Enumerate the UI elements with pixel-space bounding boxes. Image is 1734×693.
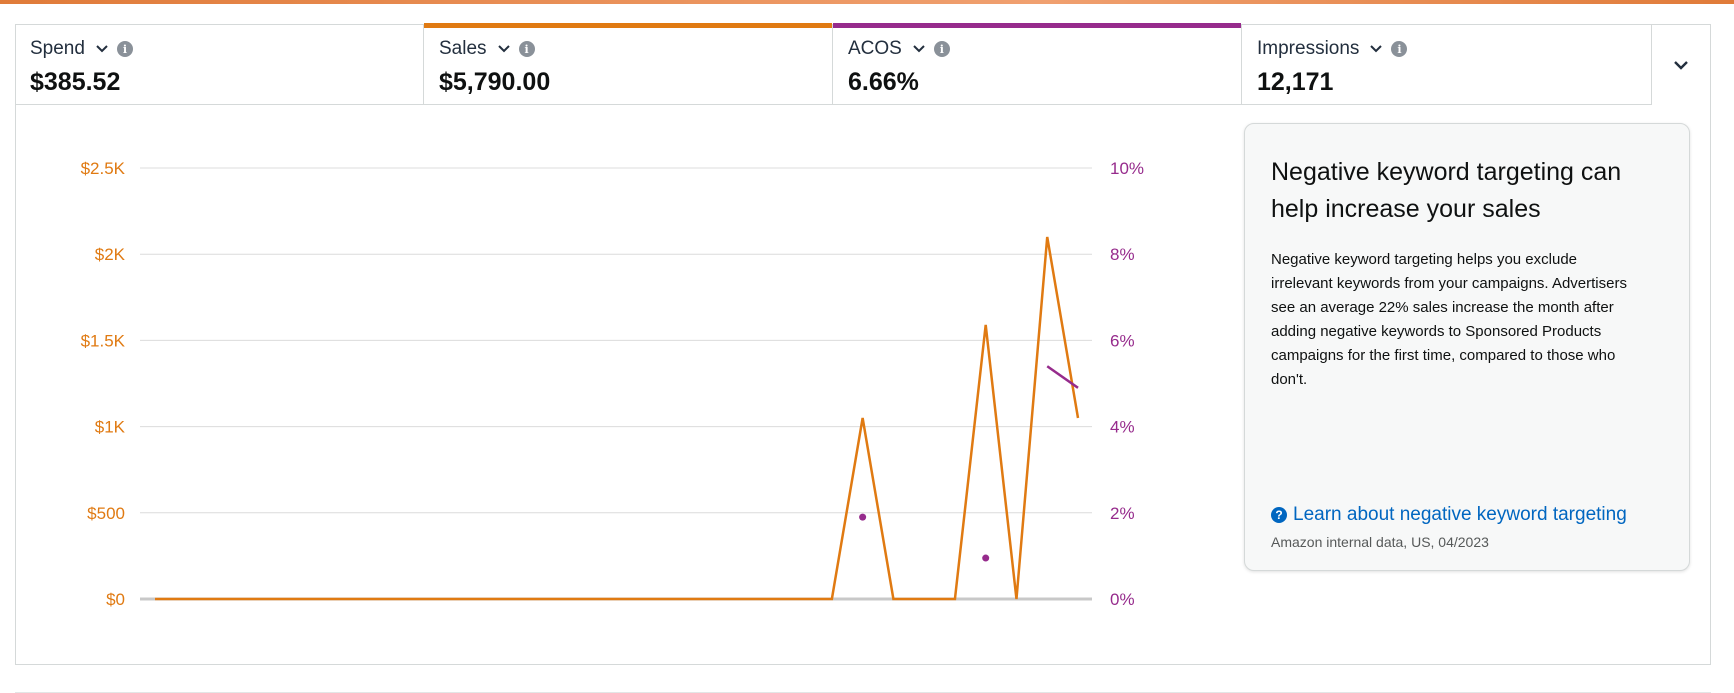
acos-point	[982, 554, 990, 562]
tip-body: Negative keyword targeting helps you exc…	[1271, 251, 1627, 388]
right-axis-tick-label: 10%	[1110, 159, 1144, 178]
tip-source-note: Amazon internal data, US, 04/2023	[1271, 534, 1489, 550]
tip-title: Negative keyword targeting can help incr…	[1271, 158, 1622, 223]
negative-keyword-tip-panel: Negative keyword targeting can help incr…	[1244, 123, 1690, 571]
learn-link-label: Learn about negative keyword targeting	[1293, 504, 1627, 525]
right-axis-tick-label: 6%	[1110, 331, 1135, 350]
right-axis-tick-label: 2%	[1110, 504, 1135, 523]
right-axis-tick-label: 0%	[1110, 590, 1135, 609]
left-axis-tick-label: $0	[106, 590, 125, 609]
sales-series-line	[155, 236, 1080, 601]
left-axis-tick-label: $2K	[95, 245, 126, 264]
right-axis-tick-label: 8%	[1110, 245, 1135, 264]
help-icon: ?	[1271, 507, 1287, 523]
acos-point	[859, 513, 867, 521]
left-axis-tick-label: $1K	[95, 418, 126, 437]
left-axis-tick-label: $1.5K	[81, 331, 126, 350]
learn-negative-keyword-link[interactable]: ? Learn about negative keyword targeting	[1271, 504, 1627, 526]
right-axis-tick-label: 4%	[1110, 418, 1135, 437]
left-axis-tick-label: $2.5K	[81, 159, 126, 178]
acos-series-line	[1046, 365, 1079, 389]
left-axis-tick-label: $500	[87, 504, 125, 523]
